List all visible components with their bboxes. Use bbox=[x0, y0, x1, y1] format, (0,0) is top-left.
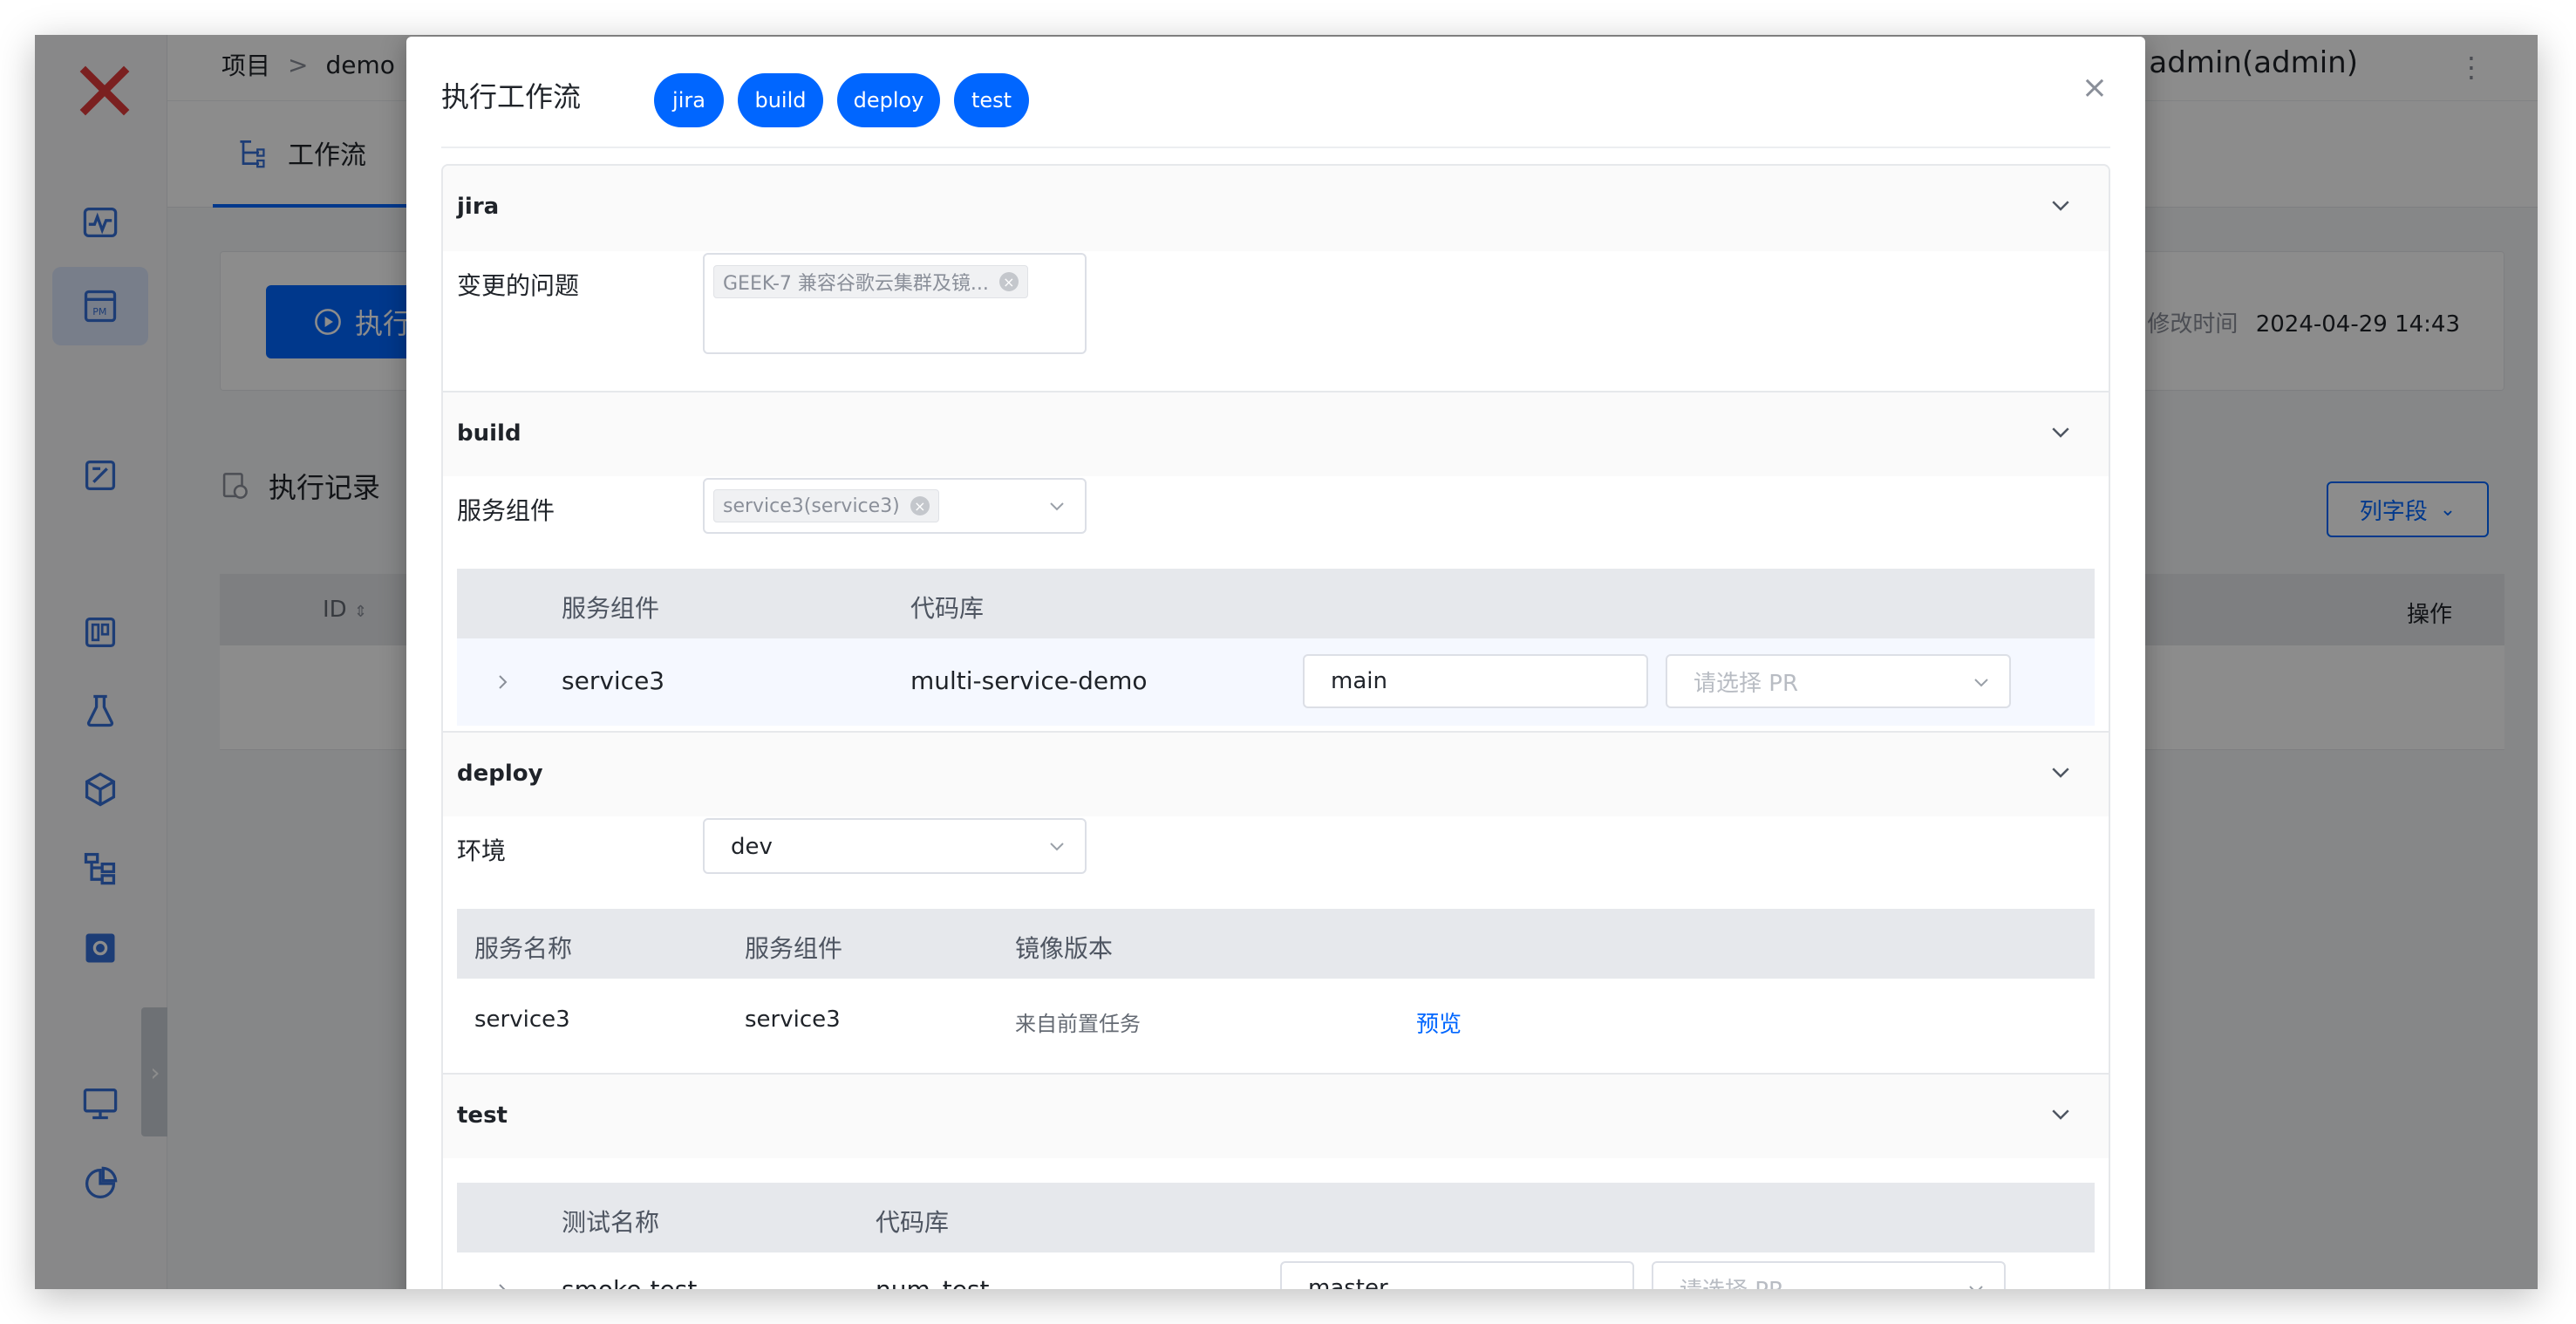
build-table-header: 服务组件 代码库 bbox=[457, 569, 2095, 638]
deploy-row-name: service3 bbox=[474, 1007, 570, 1033]
run-workflow-modal: 执行工作流 jira build deploy test × jira 变更的问… bbox=[406, 37, 2145, 1289]
section-build-title: build bbox=[457, 420, 521, 447]
build-service-select[interactable]: service3(service3) × bbox=[703, 478, 1087, 534]
section-build-header[interactable]: build bbox=[443, 391, 2109, 476]
tag-remove-icon[interactable]: × bbox=[910, 496, 930, 515]
branch-input[interactable]: master bbox=[1280, 1261, 1634, 1289]
app-window: PM › 项目 > demo ▼ bbox=[35, 35, 2538, 1289]
deploy-table-header: 服务名称 服务组件 镜像版本 bbox=[457, 909, 2095, 979]
build-service-tag-text: service3(service3) bbox=[723, 495, 900, 517]
jira-issue-tag: GEEK-7 兼容谷歌云集群及镜... × bbox=[713, 265, 1028, 298]
deploy-row-image: 来自前置任务 bbox=[1015, 1012, 1141, 1036]
section-test-header[interactable]: test bbox=[443, 1073, 2109, 1158]
modal-header: 执行工作流 jira build deploy test × bbox=[406, 37, 2145, 148]
chevron-down-icon[interactable] bbox=[2048, 192, 2074, 218]
section-deploy-header[interactable]: deploy bbox=[443, 731, 2109, 816]
test-th-repo: 代码库 bbox=[876, 1208, 950, 1237]
build-row-service: service3 bbox=[562, 666, 665, 695]
build-row-repo: multi-service-demo bbox=[910, 666, 1148, 695]
jira-issue-tag-text: GEEK-7 兼容谷歌云集群及镜... bbox=[723, 273, 989, 295]
test-row-name: smoke-test bbox=[562, 1275, 697, 1289]
chevron-down-icon[interactable] bbox=[2048, 759, 2074, 785]
modal-divider bbox=[441, 147, 2110, 148]
section-deploy-title: deploy bbox=[457, 761, 543, 787]
test-th-name: 测试名称 bbox=[562, 1208, 660, 1237]
build-th-repo: 代码库 bbox=[910, 594, 985, 623]
section-test-title: test bbox=[457, 1102, 508, 1129]
stage-pill-test[interactable]: test bbox=[954, 73, 1029, 127]
deploy-row-component: service3 bbox=[745, 1007, 841, 1033]
chevron-down-icon[interactable] bbox=[2048, 1101, 2074, 1127]
pr-select[interactable]: 请选择 PR bbox=[1652, 1261, 2006, 1289]
section-jira-title: jira bbox=[457, 194, 500, 220]
chevron-down-icon bbox=[1974, 679, 1988, 687]
pr-select-placeholder: 请选择 PR bbox=[1693, 670, 1799, 697]
pr-select[interactable]: 请选择 PR bbox=[1666, 654, 2011, 708]
close-icon[interactable]: × bbox=[2077, 70, 2112, 106]
table-row: service3 service3 来自前置任务 预览 bbox=[457, 979, 2095, 1066]
modal-title: 执行工作流 bbox=[441, 80, 582, 113]
table-row: service3 multi-service-demo main 请选择 PR bbox=[457, 638, 2095, 726]
chevron-down-icon bbox=[1050, 502, 1064, 511]
chevron-down-icon bbox=[1969, 1286, 1983, 1289]
build-service-tag: service3(service3) × bbox=[713, 489, 939, 522]
deploy-env-value: dev bbox=[731, 834, 773, 860]
chevron-right-icon[interactable] bbox=[492, 1280, 513, 1289]
stage-pill-deploy[interactable]: deploy bbox=[837, 73, 940, 127]
branch-input[interactable]: main bbox=[1303, 654, 1648, 708]
deploy-env-select[interactable]: dev bbox=[703, 818, 1087, 874]
jira-issue-select[interactable]: GEEK-7 兼容谷歌云集群及镜... × bbox=[703, 253, 1087, 354]
stage-pill-build[interactable]: build bbox=[738, 73, 823, 127]
chevron-down-icon bbox=[1050, 843, 1064, 851]
table-row: smoke-test num_test master 请选择 PR bbox=[457, 1252, 2095, 1289]
deploy-env-label: 环境 bbox=[457, 836, 507, 865]
build-service-label: 服务组件 bbox=[457, 496, 555, 525]
deploy-th-image: 镜像版本 bbox=[1015, 934, 1114, 963]
stages-panel: jira 变更的问题 GEEK-7 兼容谷歌云集群及镜... × build 服… bbox=[441, 164, 2110, 1289]
build-th-service: 服务组件 bbox=[562, 594, 660, 623]
preview-link[interactable]: 预览 bbox=[1416, 1007, 1462, 1039]
chevron-right-icon[interactable] bbox=[492, 672, 513, 693]
test-table-header: 测试名称 代码库 bbox=[457, 1183, 2095, 1252]
test-row-repo: num_test bbox=[876, 1275, 990, 1289]
chevron-down-icon[interactable] bbox=[2048, 419, 2074, 445]
jira-issue-label: 变更的问题 bbox=[457, 271, 580, 300]
section-jira-header[interactable]: jira bbox=[443, 166, 2109, 251]
deploy-th-name: 服务名称 bbox=[474, 934, 573, 963]
pr-select-placeholder: 请选择 PR bbox=[1680, 1273, 1784, 1290]
tag-remove-icon[interactable]: × bbox=[998, 272, 1019, 291]
stage-pill-jira[interactable]: jira bbox=[654, 73, 724, 127]
deploy-th-component: 服务组件 bbox=[745, 934, 843, 963]
